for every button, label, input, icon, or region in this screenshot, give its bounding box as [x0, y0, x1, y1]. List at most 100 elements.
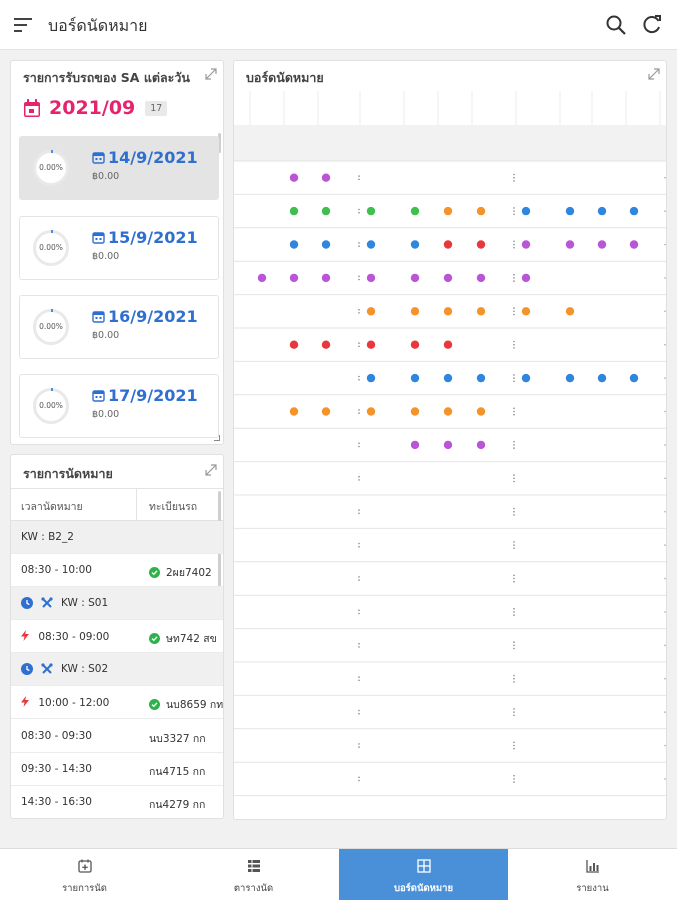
plate-cell: นบ8659 กท: [149, 696, 223, 713]
appointment-dot: [443, 407, 453, 416]
table-row[interactable]: 08:30 - 10:00 2ผย7402: [11, 554, 223, 587]
day-card[interactable]: 0.00% 16/9/2021 ฿0.00: [19, 295, 219, 359]
time-marker-dot: [358, 442, 360, 445]
time-marker-dot: [513, 677, 515, 680]
appointment-dot: [410, 340, 420, 349]
day-amount: ฿0.00: [92, 330, 120, 341]
table-icon: [248, 860, 260, 872]
time-marker-dot: [513, 741, 515, 744]
appointment-dot: [410, 206, 420, 216]
table-row[interactable]: 08:30 - 09:30 นบ3327 กก: [11, 720, 223, 753]
appointment-board-grid[interactable]: [234, 91, 667, 820]
day-card[interactable]: 0.00% 14/9/2021 ฿0.00: [19, 136, 219, 200]
refresh-icon[interactable]: [641, 13, 663, 35]
resize-handle[interactable]: [214, 435, 220, 441]
app-title: บอร์ดนัดหมาย: [48, 16, 148, 35]
time-marker-dot: [513, 347, 515, 349]
table-row-group[interactable]: KW : B2_2: [11, 521, 223, 554]
edge-marker-dot: [664, 277, 666, 279]
time-marker-dot: [513, 310, 515, 313]
time-marker-dot: [513, 307, 515, 309]
column-header-plate[interactable]: ทะเบียนรถ: [147, 489, 199, 524]
time-marker-dot: [513, 641, 515, 643]
search-icon[interactable]: [605, 14, 627, 36]
table-row[interactable]: 09:30 - 14:30 กน4715 กก: [11, 753, 223, 786]
time-marker-dot: [358, 308, 360, 311]
check-circle-icon: [149, 567, 160, 578]
time-marker-dot: [513, 477, 515, 480]
edge-marker-dot: [664, 644, 666, 647]
nav-board[interactable]: บอร์ดนัดหมาย: [339, 849, 508, 900]
group-label: KW : S01: [61, 597, 109, 609]
plate-cell: 2ผย7402: [149, 564, 212, 581]
appointment-board-panel: บอร์ดนัดหมาย: [233, 60, 667, 820]
edge-marker-dot: [664, 343, 666, 346]
time-marker-dot: [358, 378, 360, 381]
time-marker-dot: [513, 647, 515, 650]
time-marker-dot: [513, 611, 515, 613]
edge-marker-dot: [664, 210, 666, 212]
day-card[interactable]: 0.00% 17/9/2021 ฿0.00: [19, 374, 219, 438]
tools-icon: [41, 597, 53, 608]
expand-icon[interactable]: [205, 68, 217, 80]
time-marker-dot: [513, 173, 515, 176]
time-marker-dot: [513, 614, 515, 616]
appointment-dot: [443, 373, 453, 383]
day-card[interactable]: 0.00% 15/9/2021 ฿0.00: [19, 216, 219, 280]
time-marker-dot: [513, 243, 515, 246]
nav-schedule[interactable]: ตารางนัด: [169, 849, 338, 900]
table-row-group[interactable]: KW : S02: [11, 653, 223, 686]
time-marker-dot: [358, 375, 360, 378]
appointment-time: 09:30 - 14:30: [21, 763, 92, 775]
table-row[interactable]: 14:30 - 16:30 กน4279 กก: [11, 786, 223, 818]
appointment-dot: [443, 340, 453, 349]
plate-number: นบ8659 กท: [166, 699, 224, 711]
time-marker-dot: [358, 208, 360, 211]
table-row[interactable]: 10:00 - 12:00 นบ8659 กท: [11, 686, 223, 719]
edge-marker-dot: [664, 544, 666, 546]
appointment-dot: [321, 273, 331, 283]
time-marker-dot: [358, 743, 360, 745]
time-marker-dot: [358, 211, 360, 214]
appointments-panel: รายการนัดหมาย เวลานัดหมาย ทะเบียนรถ KW :…: [10, 454, 224, 819]
time-marker-dot: [513, 574, 515, 577]
board-header-band: [234, 125, 666, 161]
time-marker-dot: [358, 679, 360, 682]
edge-marker-dot: [664, 744, 666, 747]
appointment-dot: [476, 440, 486, 450]
progress-percent: 0.00%: [39, 322, 63, 331]
expand-icon[interactable]: [648, 68, 660, 80]
time-marker-dot: [513, 340, 515, 343]
appointment-time: 08:30 - 10:00: [21, 564, 92, 576]
tools-icon: [41, 663, 53, 674]
expand-icon[interactable]: [205, 464, 217, 476]
group-label: KW : B2_2: [21, 531, 74, 543]
chart-icon: [586, 860, 599, 873]
nav-label: ตารางนัด: [233, 883, 274, 894]
time-marker-dot: [358, 746, 360, 748]
appointment-dot: [443, 307, 453, 316]
time-marker-dot: [513, 708, 515, 710]
time-marker-dot: [513, 213, 515, 216]
appointment-dot: [521, 206, 531, 216]
time-marker-dot: [513, 674, 515, 677]
day-date: 16/9/2021: [108, 307, 198, 326]
nav-appointments[interactable]: รายการนัด: [0, 849, 169, 900]
column-header-time[interactable]: เวลานัดหมาย: [11, 489, 137, 521]
edge-marker-dot: [664, 677, 666, 680]
time-marker-dot: [513, 541, 515, 543]
nav-reports[interactable]: รายงาน: [508, 849, 677, 900]
time-marker-dot: [513, 510, 515, 513]
menu-icon[interactable]: [14, 16, 34, 34]
table-row[interactable]: 08:30 - 09:00 ษท742 สข: [11, 620, 223, 653]
edge-marker-dot: [664, 510, 666, 513]
group-cell: KW : S02: [21, 663, 108, 675]
bolt-icon: [21, 630, 29, 641]
appointment-dot: [410, 307, 420, 316]
time-marker-dot: [358, 709, 360, 712]
appointment-dot: [521, 307, 531, 316]
appointment-dot: [476, 273, 486, 283]
table-row-group[interactable]: KW : S01: [11, 587, 223, 620]
appointment-dot: [410, 373, 420, 383]
time-marker-dot: [513, 577, 515, 580]
